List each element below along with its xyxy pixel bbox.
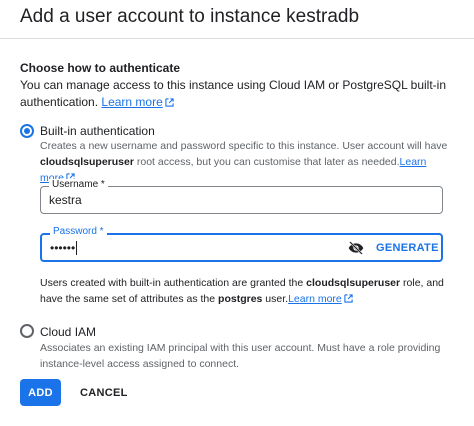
learn-more-link-label: Learn more [101,95,163,109]
auth-section-title: Choose how to authenticate [20,61,181,75]
info-learn-more-label: Learn more [288,293,342,305]
info-role: cloudsqlsuperuser [306,277,401,289]
cloud-iam-description: Associates an existing IAM principal wit… [40,342,441,370]
password-input[interactable]: •••••• [50,235,330,260]
external-link-icon [344,294,353,303]
add-button[interactable]: ADD [20,379,61,406]
generate-password-button[interactable]: GENERATE [376,235,439,260]
builtin-desc-text: Creates a new username and password spec… [40,140,448,152]
auth-section-description: You can manage access to this instance u… [20,77,460,111]
learn-more-link[interactable]: Learn more [101,95,174,109]
info-text-1: Users created with built-in authenticati… [40,277,304,289]
username-input[interactable]: kestra [49,187,329,213]
external-link-icon [165,98,174,107]
cloud-iam-radio[interactable] [20,324,34,338]
auth-description-text: You can manage access to this instance u… [20,78,447,109]
dialog-title: Add a user account to instance kestradb [20,6,360,27]
text-caret [76,240,78,255]
dialog-header: Add a user account to instance kestradb [0,0,474,39]
builtin-auth-radio[interactable] [20,124,34,138]
password-value: •••••• [50,240,76,255]
username-field[interactable]: Username * kestra [40,179,443,214]
info-user: postgres [218,293,263,305]
builtin-info-text: Users created with built-in authenticati… [40,275,465,307]
builtin-desc-text-2: root access, but you can customise that … [136,156,400,168]
password-field[interactable]: Password * •••••• GENERATE [40,226,443,262]
info-learn-more-link[interactable]: Learn more [288,293,353,305]
cloud-iam-label[interactable]: Cloud IAM [40,325,96,339]
builtin-desc-role: cloudsqlsuperuser [40,156,134,168]
cancel-button[interactable]: CANCEL [74,379,134,406]
visibility-off-icon[interactable] [348,241,364,255]
info-text-3: user. [265,293,289,305]
builtin-auth-label[interactable]: Built-in authentication [40,124,155,138]
